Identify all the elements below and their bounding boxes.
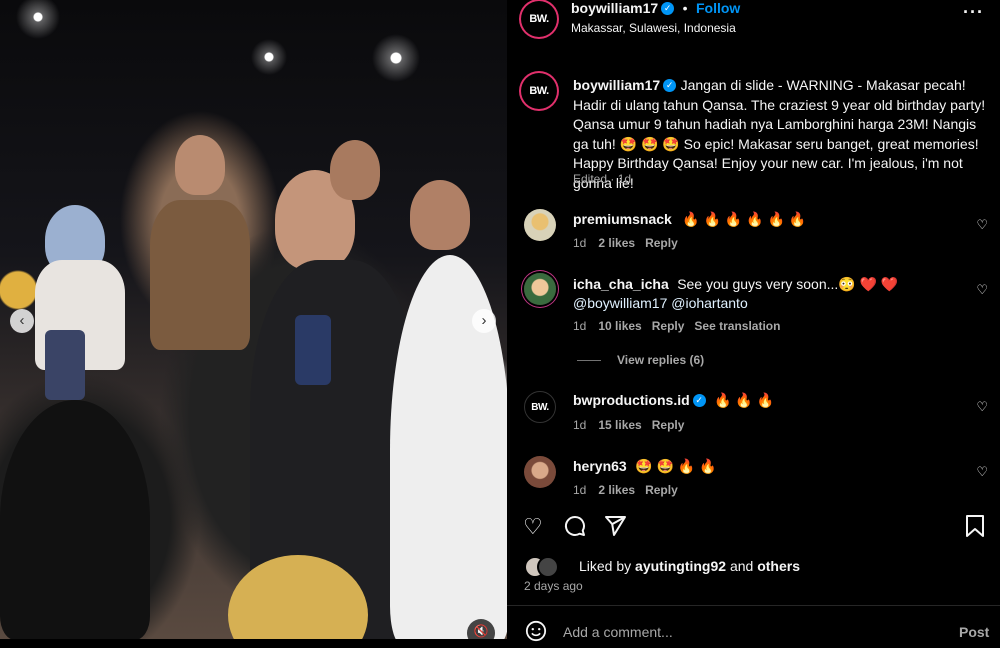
comment-likes[interactable]: 2 likes <box>598 236 635 250</box>
post-date: 2 days ago <box>524 579 583 593</box>
post-location[interactable]: Makassar, Sulawesi, Indonesia <box>571 21 736 35</box>
post-header: boywilliam17 ✓ • Follow <box>571 0 740 18</box>
comment-like-heart-icon[interactable]: ♡ <box>976 464 988 480</box>
comment-text: See you guys very soon...😳 ❤️ ❤️ <box>677 276 899 292</box>
comment-likes[interactable]: 2 likes <box>598 483 635 497</box>
comment-time: 1d <box>573 236 587 250</box>
liked-by-others[interactable]: others <box>757 558 800 574</box>
comment-input[interactable] <box>563 622 903 642</box>
comment-like-heart-icon[interactable]: ♡ <box>976 399 988 415</box>
commenter-avatar[interactable] <box>524 209 556 241</box>
comment-likes[interactable]: 10 likes <box>598 319 641 333</box>
caption: boywilliam17 ✓ Jangan di slide - WARNING … <box>573 76 991 193</box>
post-comment-button[interactable]: Post <box>959 624 989 640</box>
carousel-next-button[interactable]: › <box>472 309 496 333</box>
verified-icon: ✓ <box>661 2 675 16</box>
video-figure <box>0 400 150 639</box>
comment-like-heart-icon[interactable]: ♡ <box>976 282 988 298</box>
heart-icon[interactable]: ♡ <box>523 514 543 540</box>
share-icon[interactable] <box>603 514 627 544</box>
reply-button[interactable]: Reply <box>652 319 685 333</box>
liked-by-user[interactable]: ayutingting92 <box>635 558 726 574</box>
divider <box>507 605 1000 606</box>
carousel-prev-button[interactable]: ‹ <box>10 309 34 333</box>
comment-text: 🔥 🔥 🔥 🔥 🔥 🔥 <box>682 211 807 227</box>
comment-text: 🤩 🤩 🔥 🔥 <box>635 458 717 474</box>
commenter-avatar[interactable] <box>524 273 556 305</box>
reply-button[interactable]: Reply <box>652 418 685 432</box>
comment: icha_cha_icha See you guys very soon...😳… <box>573 275 973 313</box>
separator-dot: • <box>682 0 688 16</box>
comment-time: 1d <box>573 418 587 432</box>
comment-time: 1d <box>573 319 587 333</box>
bookmark-icon[interactable] <box>964 514 986 544</box>
video-figure <box>175 135 225 195</box>
comment-username[interactable]: premiumsnack <box>573 211 672 227</box>
video-figure <box>410 180 470 250</box>
verified-icon: ✓ <box>692 394 706 408</box>
caption-text: Jangan di slide - WARNING - Makasar peca… <box>573 77 986 191</box>
replies-divider <box>577 360 601 361</box>
video-figure <box>45 330 85 400</box>
comment-icon[interactable] <box>563 514 587 544</box>
comment-meta: 1d 15 likes Reply <box>573 418 694 432</box>
post-video[interactable]: ‹ › 🔇 <box>0 0 507 639</box>
liked-by-and: and <box>729 558 754 574</box>
author-username[interactable]: boywilliam17 <box>571 0 658 16</box>
video-figure <box>295 315 331 385</box>
mute-icon[interactable]: 🔇 <box>467 619 495 639</box>
author-avatar[interactable]: BW. <box>523 3 555 35</box>
see-translation-button[interactable]: See translation <box>694 319 780 333</box>
emoji-icon[interactable] <box>525 620 547 648</box>
comment-meta: 1d 2 likes Reply <box>573 483 688 497</box>
verified-icon: ✓ <box>663 79 677 93</box>
liked-by: Liked by ayutingting92 and others <box>579 558 800 574</box>
view-replies-button[interactable]: View replies (6) <box>617 353 704 367</box>
comment-text: 🔥 🔥 🔥 <box>714 392 775 408</box>
comment: bwproductions.id ✓ 🔥 🔥 🔥 <box>573 392 774 410</box>
reply-button[interactable]: Reply <box>645 483 678 497</box>
liker-avatar[interactable] <box>537 556 559 578</box>
commenter-avatar[interactable]: BW. <box>524 391 556 423</box>
reply-button[interactable]: Reply <box>645 236 678 250</box>
caption-meta: Edited · 1d <box>573 172 632 186</box>
liked-by-prefix: Liked by <box>579 558 632 574</box>
comment-meta: 1d 2 likes Reply <box>573 236 688 250</box>
video-figure <box>150 200 250 350</box>
comment: premiumsnack 🔥 🔥 🔥 🔥 🔥 🔥 <box>573 211 806 229</box>
comment-meta: 1d 10 likes Reply See translation <box>573 319 790 333</box>
comment-like-heart-icon[interactable]: ♡ <box>976 217 988 233</box>
commenter-avatar[interactable] <box>524 456 556 488</box>
more-horizontal-icon[interactable]: ··· <box>963 2 984 23</box>
comment-likes[interactable]: 15 likes <box>598 418 641 432</box>
comment-username[interactable]: icha_cha_icha <box>573 276 669 292</box>
comment-username[interactable]: heryn63 <box>573 458 627 474</box>
comment: heryn63 🤩 🤩 🔥 🔥 <box>573 458 717 476</box>
comment-mentions[interactable]: @boywilliam17 @iohartanto <box>573 295 748 311</box>
video-figure <box>330 140 380 200</box>
comment-username[interactable]: bwproductions.id <box>573 392 690 408</box>
post-panel: BW. boywilliam17 ✓ • Follow Makassar, Sul… <box>507 0 1000 642</box>
follow-button[interactable]: Follow <box>696 0 740 16</box>
caption-avatar[interactable]: BW. <box>523 75 555 107</box>
comment-time: 1d <box>573 483 587 497</box>
caption-username[interactable]: boywilliam17 <box>573 77 660 93</box>
